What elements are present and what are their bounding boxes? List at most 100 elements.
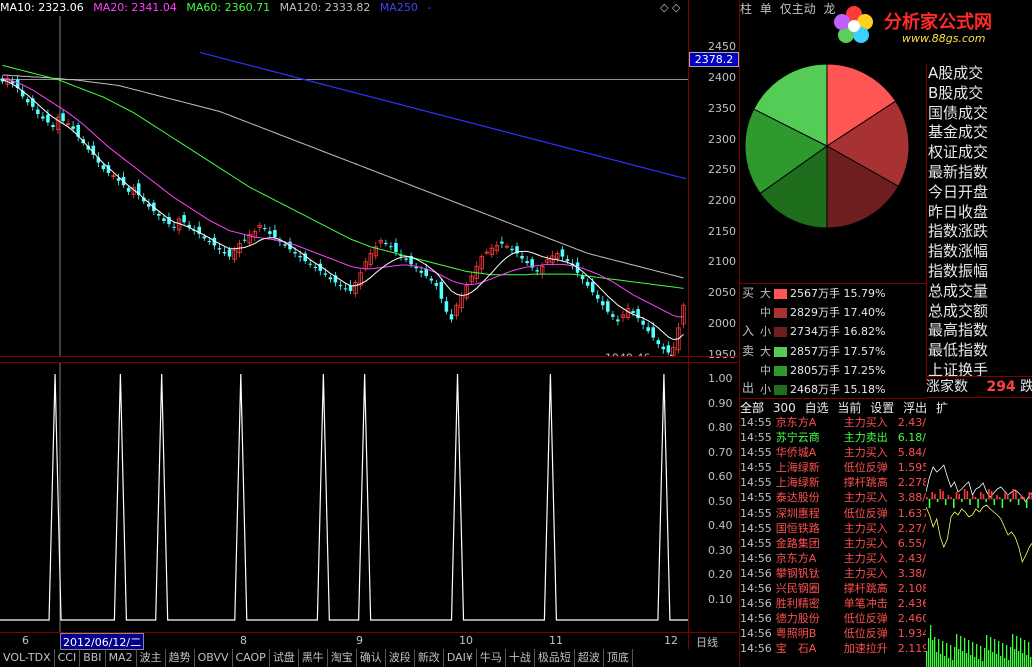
flower-logo-icon	[834, 6, 873, 43]
alert-row[interactable]: 14:55泰达股份 主力买入 3.88/30	[740, 490, 926, 505]
chart-settings-icon[interactable]: ◇ ◇	[660, 1, 680, 14]
mini-volume-bar	[962, 651, 964, 667]
mini-volume-bar	[982, 661, 984, 667]
indicator-tab[interactable]: 试盘	[270, 649, 299, 667]
candle-body	[101, 165, 106, 170]
indicator-tab[interactable]: 新改	[415, 649, 444, 667]
indicator-tab[interactable]: CAOP	[233, 649, 270, 667]
alert-stock: 兴民钢圈	[775, 582, 820, 596]
period-day-button[interactable]: 日线	[696, 634, 718, 650]
candlestick-chart[interactable]: 1949.46	[0, 16, 688, 356]
indicator-tab[interactable]: CCI	[55, 649, 81, 667]
market-stat-item[interactable]: 指数振幅	[927, 262, 1032, 282]
alert-row[interactable]: 14:56胜利精密 单笔冲击 2.436%	[740, 596, 926, 611]
indicator-tick-label: 0.40	[708, 519, 733, 532]
market-stat-item[interactable]: 今日开盘	[927, 183, 1032, 203]
market-stat-item[interactable]: 权证成交	[927, 143, 1032, 163]
indicator-tab[interactable]: DAI¥	[444, 649, 477, 667]
alert-row[interactable]: 14:56攀钢钒钛 主力买入 3.38/54	[740, 566, 926, 581]
indicator-tab[interactable]: 波主	[137, 649, 166, 667]
tab-watchlist[interactable]: 自选	[805, 401, 829, 415]
indicator-tab[interactable]: 超波	[575, 649, 604, 667]
alert-row[interactable]: 14:55华侨城A 主力买入 5.84/83	[740, 445, 926, 460]
indicator-tab[interactable]: 黑牛	[299, 649, 328, 667]
indicator-tab[interactable]: 牛马	[477, 649, 506, 667]
market-stat-item[interactable]: 国债成交	[927, 104, 1032, 124]
candle-body	[656, 340, 661, 345]
alert-row[interactable]: 14:56粤照明B 低位反弹 1.934%	[740, 626, 926, 641]
alert-row[interactable]: 14:55国恒铁路 主力买入 2.27/41	[740, 521, 926, 536]
indicator-tab[interactable]: OBVV	[195, 649, 233, 667]
market-stat-item[interactable]: 指数涨幅	[927, 242, 1032, 262]
market-stat-item[interactable]: 指数涨跌	[927, 222, 1032, 242]
market-stat-item[interactable]: A股成交	[927, 64, 1032, 84]
candle-body	[449, 314, 454, 320]
candle-body	[611, 314, 615, 317]
indicator-tab[interactable]: VOL-TDX	[0, 649, 55, 667]
indicator-tab[interactable]: 淘宝	[328, 649, 357, 667]
month-label: 12	[664, 634, 678, 647]
price-tick-label: 2400	[708, 71, 736, 85]
alert-row[interactable]: 14:55上海绿新 撑杆跳高 2.278%	[740, 475, 926, 490]
ma250-arrow-icon[interactable]: -	[427, 1, 431, 14]
alert-value: 2.43/32	[897, 551, 926, 565]
tab-current[interactable]: 当前	[837, 401, 861, 415]
candle-body	[328, 277, 333, 280]
candle-body	[641, 320, 645, 325]
mini-volume-bar	[966, 653, 968, 667]
mini-volume-bar	[1012, 634, 1014, 667]
indicator-tab[interactable]: 趋势	[166, 649, 195, 667]
alert-row[interactable]: 14:56宝 石A 加速拉升 2.119%	[740, 641, 926, 656]
alert-row[interactable]: 14:55京东方A 主力买入 2.43/35	[740, 415, 926, 430]
alert-row[interactable]: 14:56兴民钢圈 撑杆跳高 2.108%	[740, 581, 926, 596]
market-stat-item[interactable]: 最新指数	[927, 163, 1032, 183]
tab-column[interactable]: 柱	[740, 2, 752, 16]
indicator-tab[interactable]: 顶底	[604, 649, 633, 667]
tab-all[interactable]: 全部	[740, 401, 764, 415]
candle-body	[595, 294, 600, 299]
flow-size: 大	[760, 287, 771, 300]
indicator-tab[interactable]: MA2	[106, 649, 137, 667]
candle-body	[601, 301, 605, 306]
mini-volume-bar	[988, 650, 990, 667]
market-stat-item[interactable]: 昨日收盘	[927, 203, 1032, 223]
indicator-tab[interactable]: 极品短	[535, 649, 575, 667]
alert-row[interactable]: 14:55苏宁云商 主力卖出 6.18/33	[740, 430, 926, 445]
tab-single[interactable]: 单	[760, 2, 772, 16]
market-stat-item[interactable]: B股成交	[927, 84, 1032, 104]
indicator-tab[interactable]: 波段	[386, 649, 415, 667]
market-stat-item[interactable]: 最低指数	[927, 341, 1032, 361]
selected-date[interactable]: 2012/06/12/二	[60, 633, 145, 650]
advancers-value: 294	[986, 379, 1016, 395]
market-stats-menu: A股成交 B股成交 国债成交 基金成交 权证成交 最新指数 今日开盘 昨日收盘 指数涨跌 指数涨幅…	[926, 64, 1032, 381]
mini-volume-bar	[1004, 658, 1006, 667]
tab-float[interactable]: 浮出	[903, 401, 927, 415]
alert-row[interactable]: 14:56德力股份 低位反弹 2.460%	[740, 611, 926, 626]
market-stat-item[interactable]: 最高指数	[927, 321, 1032, 341]
indicator-tab[interactable]: 确认	[357, 649, 386, 667]
alert-type: 主力买入	[843, 521, 888, 535]
advancers-count: 涨家数 294 跌	[926, 376, 1032, 398]
alert-row[interactable]: 14:55深圳惠程 低位反弹 1.637%	[740, 506, 926, 521]
price-tick-label: 2050	[708, 286, 736, 300]
indicator-tab[interactable]: BBI	[80, 649, 106, 667]
alert-stock: 上海绿新	[775, 461, 820, 475]
ma60-line	[2, 64, 684, 289]
mini-volume-bar	[976, 644, 978, 667]
alert-row[interactable]: 14:55上海绿新 低位反弹 1.595%	[740, 460, 926, 475]
alert-row[interactable]: 14:56京东方A 主力买入 2.43/32	[740, 551, 926, 566]
tab-300[interactable]: 300	[773, 401, 796, 415]
market-stat-item[interactable]: 总成交量	[927, 282, 1032, 302]
alert-row[interactable]: 14:55金路集团 主力买入 6.55/32	[740, 536, 926, 551]
tab-active-only[interactable]: 仅主动	[780, 2, 816, 16]
market-stat-item[interactable]: 基金成交	[927, 123, 1032, 143]
mini-volume-bar	[986, 635, 988, 667]
in-label: 入	[742, 324, 755, 338]
flow-row: 大 2567万手 15.79%	[760, 284, 885, 303]
indicator-tabs: VOL-TDX CCI BBI MA2 波主 趋势 OBVV CAOP 试盘 黑牛 淘宝 确认 波段 新改…	[0, 649, 738, 667]
indicator-tab[interactable]: 十战	[506, 649, 535, 667]
tab-settings[interactable]: 设置	[870, 401, 894, 415]
indicator-chart[interactable]	[0, 362, 688, 632]
market-stat-item[interactable]: 总成交额	[927, 302, 1032, 322]
indicator-tick-label: 0.20	[708, 568, 733, 581]
